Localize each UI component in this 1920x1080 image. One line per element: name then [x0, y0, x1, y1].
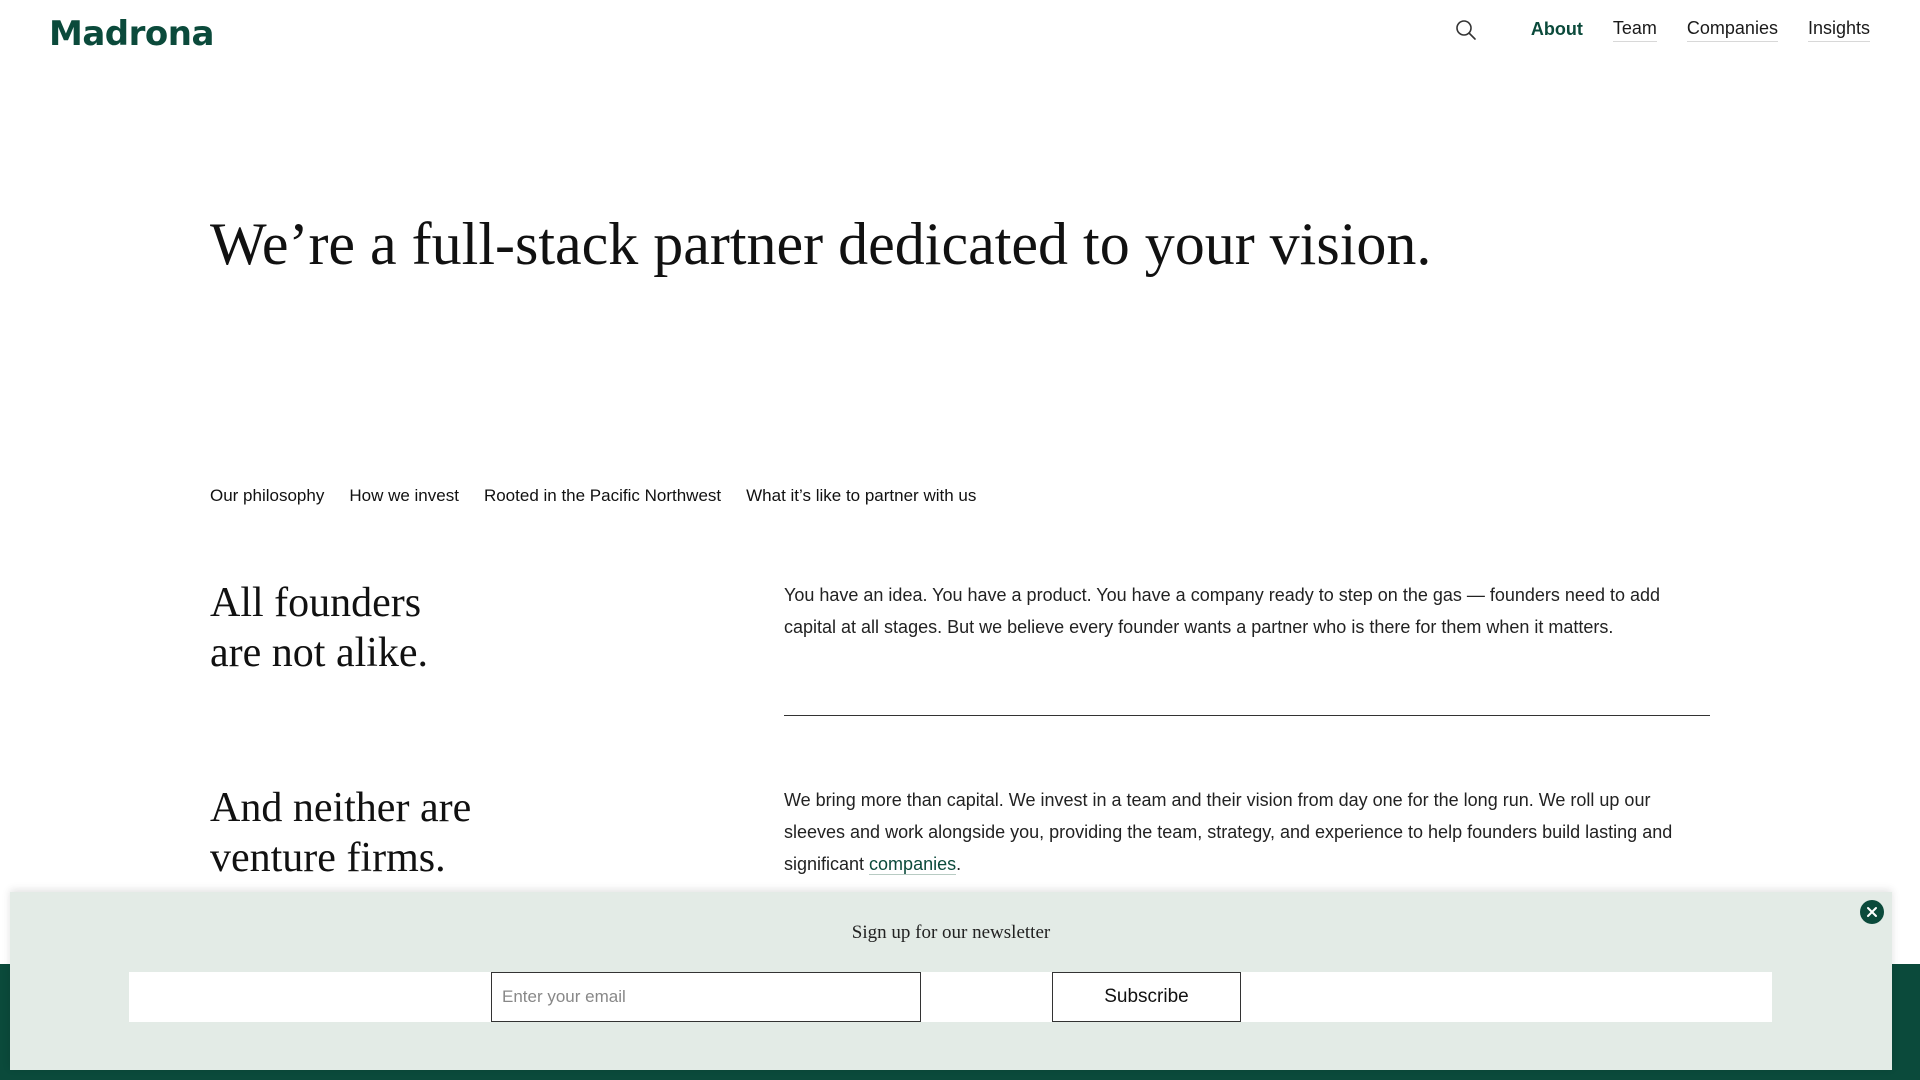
nav-team[interactable]: Team [1612, 18, 1657, 42]
heading-line: And neither are [210, 785, 472, 831]
tab-our-philosophy[interactable]: Our philosophy [210, 486, 324, 506]
tab-partner-with-us[interactable]: What it’s like to partner with us [746, 486, 976, 506]
heading-line: All founders [210, 580, 422, 626]
search-icon[interactable] [1455, 19, 1477, 41]
subscribe-button[interactable]: Subscribe [1052, 972, 1241, 1022]
logo[interactable]: Madrona [49, 14, 214, 54]
section-body-founders: You have an idea. You have a product. Yo… [784, 585, 1661, 637]
heading-line: venture firms. [210, 835, 446, 881]
section-divider [784, 715, 1710, 716]
body-suffix: . [956, 854, 962, 874]
newsletter-form [129, 972, 1772, 1022]
section-tabs: Our philosophy How we invest Rooted in t… [210, 486, 976, 506]
section-body-venture-firms: We bring more than capital. We invest in… [784, 784, 1714, 880]
site-header: Madrona About Team Companies Insights [0, 0, 1920, 72]
main-nav: About Team Companies Insights [1455, 18, 1870, 42]
page-title: We’re a full-stack partner dedicated to … [210, 211, 1432, 277]
close-icon[interactable] [1860, 900, 1884, 924]
section-heading-founders: All founders are not alike. [210, 578, 428, 678]
newsletter-banner: Sign up for our newsletter Subscribe [10, 892, 1892, 1070]
newsletter-title: Sign up for our newsletter [851, 922, 1051, 943]
heading-line: are not alike. [210, 630, 429, 676]
tab-rooted-in-pnw[interactable]: Rooted in the Pacific Northwest [484, 486, 721, 506]
nav-insights[interactable]: Insights [1807, 18, 1870, 42]
section-heading-venture-firms: And neither are venture firms. [210, 783, 471, 883]
tab-how-we-invest[interactable]: How we invest [349, 486, 459, 506]
nav-about[interactable]: About [1531, 19, 1583, 42]
nav-companies[interactable]: Companies [1686, 18, 1778, 42]
email-input[interactable] [491, 972, 921, 1022]
companies-link[interactable]: companies [869, 854, 957, 875]
